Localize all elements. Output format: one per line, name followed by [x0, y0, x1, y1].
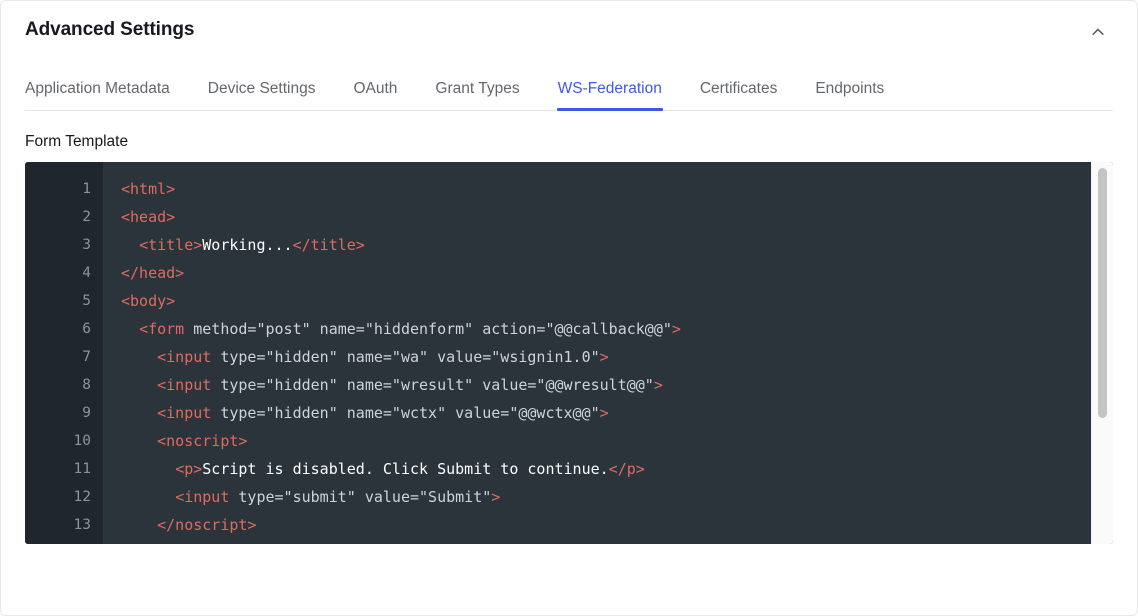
line-number: 1: [25, 175, 103, 203]
code-token-tag: >: [600, 348, 609, 366]
line-number: 12: [25, 483, 103, 511]
code-line: <p>Script is disabled. Click Submit to c…: [121, 455, 1113, 483]
line-number: 7: [25, 343, 103, 371]
tab-grant-types[interactable]: Grant Types: [435, 81, 519, 111]
line-number: 6: [25, 315, 103, 343]
code-token-tag: >: [600, 404, 609, 422]
code-token-attr: method="post" name="hiddenform" action="…: [184, 320, 672, 338]
code-token-tag: <input: [157, 376, 211, 394]
code-token-tag: >: [491, 488, 500, 506]
tab-application-metadata[interactable]: Application Metadata: [25, 81, 170, 111]
code-line: <title>Working...</title>: [121, 231, 1113, 259]
code-line: <html>: [121, 175, 1113, 203]
tabs-container: Application Metadata Device Settings OAuth…: [1, 59, 1137, 111]
line-number: 10: [25, 427, 103, 455]
page-title: Advanced Settings: [25, 19, 194, 42]
editor-line-numbers: 12345678910111213: [25, 162, 103, 544]
code-line: <form method="post" name="hiddenform" ac…: [121, 315, 1113, 343]
chevron-up-glyph: [1090, 24, 1106, 40]
code-token-attr: type="hidden" name="wctx" value="@@wctx@…: [211, 404, 599, 422]
code-token-tag: <html>: [121, 180, 175, 198]
code-token-attr: type="submit" value="Submit": [229, 488, 491, 506]
code-token-tag: <form: [139, 320, 184, 338]
line-number: 9: [25, 399, 103, 427]
code-indent: [121, 376, 157, 394]
code-indent: [121, 348, 157, 366]
tab-ws-federation[interactable]: WS-Federation: [558, 81, 662, 111]
code-indent: [121, 236, 139, 254]
tab-list: Application Metadata Device Settings OAuth…: [25, 59, 1113, 111]
code-indent: [121, 404, 157, 422]
form-template-code-editor[interactable]: 12345678910111213 <html><head> <title>Wo…: [25, 162, 1113, 544]
chevron-up-icon[interactable]: [1081, 15, 1115, 49]
code-token-tag: </head>: [121, 264, 184, 282]
editor-code-area[interactable]: <html><head> <title>Working...</title></…: [103, 162, 1113, 544]
code-token-tag: >: [654, 376, 663, 394]
tab-oauth[interactable]: OAuth: [353, 81, 397, 111]
code-token-tag: <noscript>: [157, 432, 247, 450]
line-number: 5: [25, 287, 103, 315]
code-indent: [121, 432, 157, 450]
code-line: <input type="hidden" name="wa" value="ws…: [121, 343, 1113, 371]
code-token-tag: <head>: [121, 208, 175, 226]
line-number: 13: [25, 511, 103, 539]
line-number: 2: [25, 203, 103, 231]
code-line: </noscript>: [121, 511, 1113, 539]
line-number: 4: [25, 259, 103, 287]
code-line: <noscript>: [121, 427, 1113, 455]
code-token-text: Script is disabled. Click Submit to cont…: [202, 460, 608, 478]
code-token-tag: </title>: [293, 236, 365, 254]
code-indent: [121, 516, 157, 534]
code-token-text: Working...: [202, 236, 292, 254]
code-token-tag: <input: [157, 348, 211, 366]
tab-device-settings[interactable]: Device Settings: [208, 81, 316, 111]
code-line: <head>: [121, 203, 1113, 231]
code-line: <body>: [121, 287, 1113, 315]
code-token-tag: </p>: [609, 460, 645, 478]
editor-scrollbar-track[interactable]: [1091, 162, 1113, 544]
code-token-tag: <title>: [139, 236, 202, 254]
line-number: 11: [25, 455, 103, 483]
code-token-tag: >: [672, 320, 681, 338]
code-indent: [121, 488, 175, 506]
code-line: <input type="hidden" name="wresult" valu…: [121, 371, 1113, 399]
code-indent: [121, 460, 175, 478]
code-token-attr: type="hidden" name="wresult" value="@@wr…: [211, 376, 654, 394]
code-line: <input type="submit" value="Submit">: [121, 483, 1113, 511]
advanced-settings-panel: Advanced Settings Application Metadata De…: [0, 0, 1138, 616]
code-line: </head>: [121, 259, 1113, 287]
code-token-tag: <input: [175, 488, 229, 506]
code-token-tag: <body>: [121, 292, 175, 310]
tab-certificates[interactable]: Certificates: [700, 81, 778, 111]
line-number: 8: [25, 371, 103, 399]
code-token-attr: type="hidden" name="wa" value="wsignin1.…: [211, 348, 599, 366]
code-token-tag: <p>: [175, 460, 202, 478]
code-line: <input type="hidden" name="wctx" value="…: [121, 399, 1113, 427]
code-token-tag: <input: [157, 404, 211, 422]
code-indent: [121, 320, 139, 338]
editor-scrollbar-thumb[interactable]: [1098, 168, 1107, 418]
tab-endpoints[interactable]: Endpoints: [815, 81, 884, 111]
line-number: 3: [25, 231, 103, 259]
panel-header: Advanced Settings: [1, 1, 1137, 59]
form-template-label: Form Template: [1, 111, 1137, 162]
code-token-tag: </noscript>: [157, 516, 256, 534]
